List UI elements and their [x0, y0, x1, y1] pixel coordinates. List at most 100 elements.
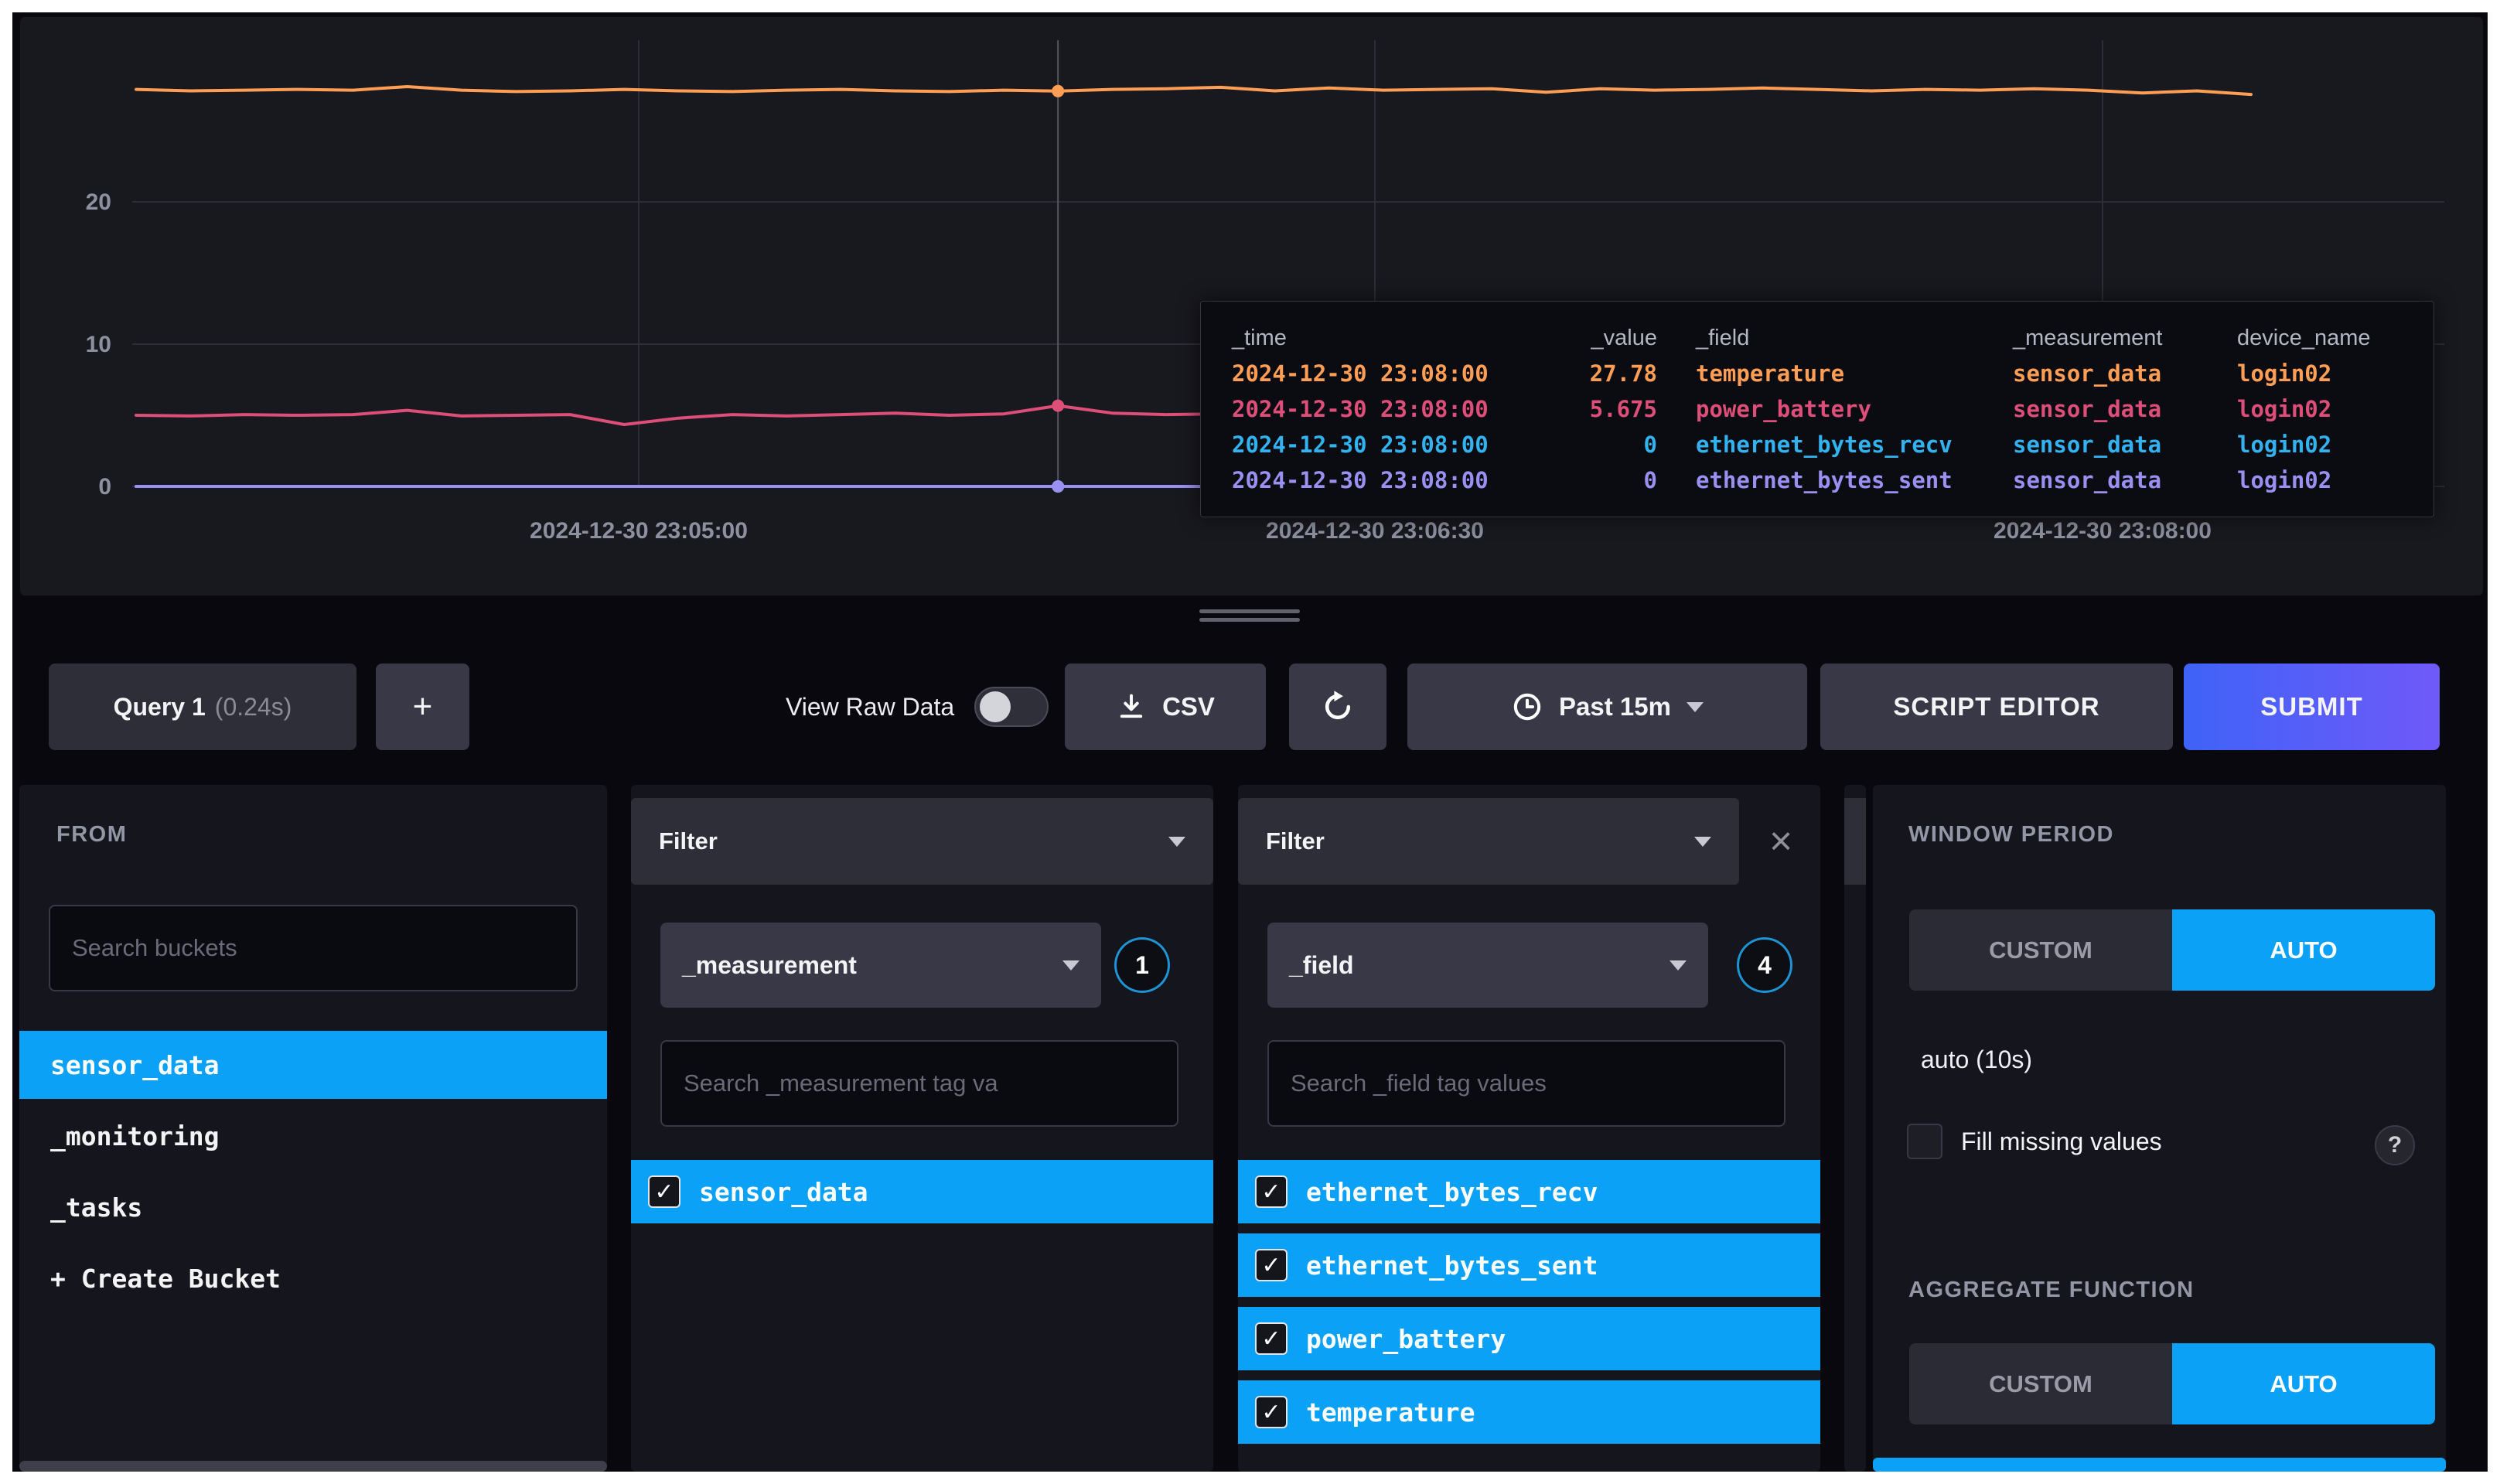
add-query-button[interactable]: + [376, 664, 469, 750]
tooltip-cell-device: login02 [2237, 356, 2403, 391]
tooltip-cell-value: 0 [1572, 462, 1657, 498]
tag-key-dropdown[interactable]: _field [1267, 923, 1708, 1008]
custom-mode-button[interactable]: CUSTOM [1909, 1343, 2172, 1424]
refresh-icon [1320, 689, 1356, 725]
aggregate-function-title: AGGREGATE FUNCTION [1908, 1278, 2195, 1303]
time-range-label: Past 15m [1559, 692, 1671, 722]
filter-value-label: temperature [1306, 1397, 1475, 1428]
tooltip-row: 2024-12-30 23:08:005.675power_batterysen… [1232, 391, 2403, 427]
auto-mode-button[interactable]: AUTO [2172, 1343, 2435, 1424]
bucket-search-input[interactable] [49, 905, 578, 991]
time-series-chart[interactable]: 0 10 20 2024-12-30 23:05:00 2024-12-30 23:06… [20, 17, 2483, 595]
app-root: 0 10 20 2024-12-30 23:05:00 2024-12-30 23:06… [12, 12, 2488, 1472]
tooltip-cell-value: 0 [1572, 427, 1657, 462]
tooltip-rows: 2024-12-30 23:08:0027.78temperaturesenso… [1232, 356, 2403, 498]
checkbox-checked-icon[interactable]: ✓ [1255, 1396, 1288, 1428]
svg-text:2024-12-30 23:05:00: 2024-12-30 23:05:00 [530, 518, 748, 544]
view-raw-data-group: View Raw Data [786, 664, 1049, 750]
field-search-input[interactable] [1267, 1040, 1785, 1127]
selected-count-badge: 4 [1737, 937, 1792, 993]
csv-download-button[interactable]: CSV [1065, 664, 1266, 750]
download-icon [1116, 691, 1147, 722]
tooltip-cell-time: 2024-12-30 23:08:00 [1232, 391, 1572, 427]
filter-type-dropdown[interactable]: Filter [631, 798, 1213, 885]
custom-mode-button[interactable]: CUSTOM [1909, 909, 2172, 991]
tooltip-row: 2024-12-30 23:08:0027.78temperaturesenso… [1232, 356, 2403, 391]
bucket-item[interactable]: _monitoring [19, 1102, 607, 1170]
tooltip-cell-field: power_battery [1657, 391, 2013, 427]
tooltip-cell-value: 27.78 [1572, 356, 1657, 391]
checkbox-checked-icon[interactable]: ✓ [1255, 1249, 1288, 1281]
tooltip-header-cell: _time [1232, 320, 1572, 356]
tooltip-cell-device: login02 [2237, 391, 2403, 427]
submit-button[interactable]: SUBMIT [2184, 664, 2440, 750]
tooltip-cell-field: ethernet_bytes_sent [1657, 462, 2013, 498]
filter-value-row[interactable]: ✓ sensor_data [631, 1160, 1213, 1223]
view-raw-data-toggle[interactable] [974, 687, 1049, 727]
aggregate-mode-toggle: CUSTOM AUTO [1909, 1343, 2435, 1424]
checkbox-checked-icon[interactable]: ✓ [1255, 1175, 1288, 1208]
fill-missing-checkbox[interactable] [1907, 1124, 1942, 1159]
measurement-search-input[interactable] [660, 1040, 1178, 1127]
bucket-item[interactable]: _tasks [19, 1173, 607, 1241]
filter-card-field: Filter × _field 4 ✓ ethernet_bytes_recv ✓e… [1238, 785, 1820, 1472]
checkbox-checked-icon[interactable]: ✓ [648, 1175, 680, 1208]
tooltip-cell-measurement: sensor_data [2013, 427, 2237, 462]
help-icon[interactable]: ? [2375, 1125, 2415, 1165]
filter-value-row[interactable]: ✓ethernet_bytes_sent [1238, 1233, 1820, 1297]
auto-mode-button[interactable]: AUTO [2172, 909, 2435, 991]
tooltip-header-cell: _value [1572, 320, 1657, 356]
fill-missing-values-row: Fill missing values [1907, 1124, 2162, 1159]
close-icon[interactable]: × [1746, 798, 1816, 885]
svg-text:10: 10 [86, 332, 111, 357]
svg-text:20: 20 [86, 189, 111, 215]
resize-handle-bar [1199, 609, 1300, 613]
filter-card-partial-header [1844, 798, 1866, 885]
chevron-down-icon [1687, 702, 1704, 712]
filter-card-partial [1844, 785, 1866, 1472]
filter-type-label: Filter [1266, 827, 1325, 855]
chevron-down-icon [1694, 837, 1711, 847]
bucket-item[interactable]: + Create Bucket [19, 1244, 607, 1312]
svg-text:2024-12-30 23:06:30: 2024-12-30 23:06:30 [1266, 518, 1484, 544]
query-duration: (0.24s) [215, 693, 292, 722]
tooltip-cell-time: 2024-12-30 23:08:00 [1232, 356, 1572, 391]
refresh-button[interactable] [1289, 664, 1386, 750]
horizontal-scrollbar[interactable] [19, 1461, 607, 1472]
bucket-item[interactable]: sensor_data [19, 1031, 607, 1099]
svg-text:2024-12-30 23:08:00: 2024-12-30 23:08:00 [1994, 518, 2212, 544]
filter-value-label: sensor_data [699, 1177, 868, 1207]
tooltip-cell-device: login02 [2237, 427, 2403, 462]
tooltip-cell-measurement: sensor_data [2013, 462, 2237, 498]
window-period-mode-toggle: CUSTOM AUTO [1909, 909, 2435, 991]
filter-value-label: ethernet_bytes_recv [1306, 1177, 1598, 1207]
script-editor-button[interactable]: SCRIPT EDITOR [1820, 664, 2173, 750]
time-range-dropdown[interactable]: Past 15m [1407, 664, 1807, 750]
query-tab[interactable]: Query 1 (0.24s) [49, 664, 356, 750]
filter-type-dropdown[interactable]: Filter [1238, 798, 1739, 885]
chart-hover-tooltip: _time_value_field_measurementdevice_name… [1200, 301, 2434, 517]
tooltip-cell-device: login02 [2237, 462, 2403, 498]
resize-handle[interactable] [1199, 609, 1300, 626]
aggregate-selected-item-partial[interactable] [1873, 1458, 2446, 1472]
svg-text:0: 0 [98, 474, 111, 500]
resize-handle-bar [1199, 618, 1300, 622]
chevron-down-icon [1670, 960, 1687, 971]
chevron-down-icon [1168, 837, 1185, 847]
tooltip-header-cell: _measurement [2013, 320, 2237, 356]
fill-missing-label: Fill missing values [1961, 1127, 2162, 1156]
filter-value-row[interactable]: ✓ ethernet_bytes_recv [1238, 1160, 1820, 1223]
tooltip-cell-time: 2024-12-30 23:08:00 [1232, 462, 1572, 498]
checkbox-checked-icon[interactable]: ✓ [1255, 1322, 1288, 1355]
filter-value-row[interactable]: ✓ power_battery [1238, 1307, 1820, 1370]
filter-value-row[interactable]: ✓ temperature [1238, 1380, 1820, 1444]
tag-key-dropdown[interactable]: _measurement [660, 923, 1101, 1008]
view-raw-data-label: View Raw Data [786, 693, 954, 722]
filter-value-list: ✓ ethernet_bytes_recv ✓ethernet_bytes_sent… [1238, 1160, 1820, 1454]
tooltip-row: 2024-12-30 23:08:000ethernet_bytes_recvs… [1232, 427, 2403, 462]
tooltip-header-cell: device_name [2237, 320, 2403, 356]
filter-card-measurement: Filter _measurement 1 ✓sensor_data [631, 785, 1213, 1472]
chevron-down-icon [1062, 960, 1079, 971]
filter-value-label: power_battery [1306, 1324, 1506, 1354]
clock-icon [1511, 691, 1543, 723]
